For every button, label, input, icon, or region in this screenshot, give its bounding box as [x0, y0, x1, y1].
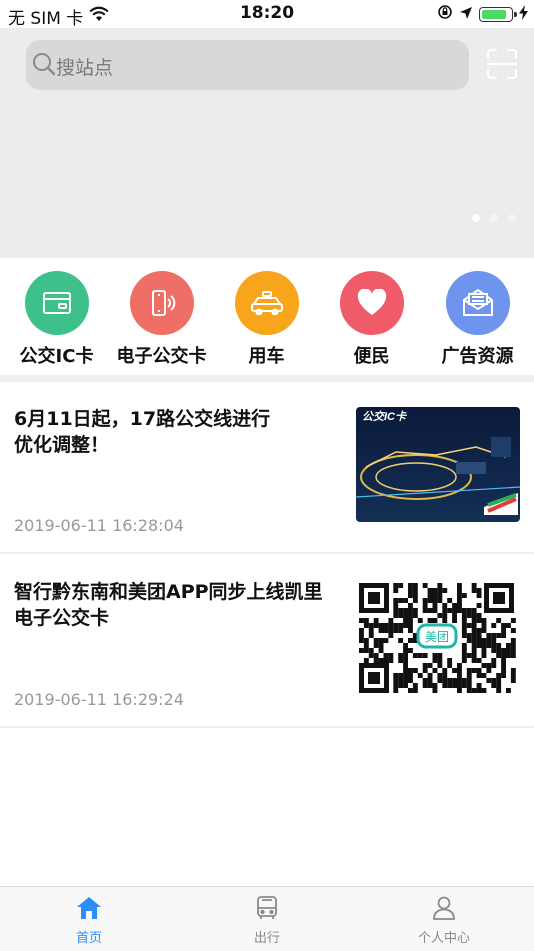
menu-item-ic-card[interactable]: 公交IC卡 [4, 271, 109, 368]
section-divider [0, 375, 534, 382]
banner-pagination [472, 214, 516, 222]
tab-home[interactable]: 首页 [29, 895, 149, 946]
news-date: 2019-06-11 16:28:04 [14, 516, 184, 535]
news-title: 智行黔东南和美团APP同步上线凯里 电子公交卡 [14, 579, 323, 631]
menu-label: 电子公交卡 [116, 346, 207, 367]
news-item[interactable]: 智行黔东南和美团APP同步上线凯里 电子公交卡 2019-06-11 16:29… [0, 554, 534, 726]
news-separator [0, 726, 534, 728]
tab-label: 首页 [75, 931, 102, 946]
heart-icon [339, 271, 404, 335]
menu-item-e-card[interactable]: 电子公交卡 [109, 271, 214, 368]
status-right [437, 4, 528, 25]
banner-dot[interactable] [472, 214, 480, 222]
battery-icon [479, 7, 517, 22]
home-icon [75, 897, 103, 925]
thumb-brand-label: 美团 [425, 630, 449, 644]
menu-label: 便民 [353, 346, 390, 367]
news-title-line: 优化调整！ [14, 434, 110, 456]
menu-label: 广告资源 [441, 346, 514, 367]
mail-icon [445, 271, 510, 335]
banner-dot[interactable] [508, 214, 516, 222]
quick-menu: 公交IC卡 电子公交卡 用车 便民 广告资源 [0, 258, 534, 376]
news-title-line: 电子公交卡 [14, 607, 110, 629]
location-icon [459, 5, 473, 25]
news-thumbnail: 公交IC卡 [356, 407, 520, 522]
news-title-line: 6月11日起，17路公交线进行 [14, 408, 271, 430]
status-bar: 无 SIM 卡 18:20 [0, 0, 534, 29]
phone-nfc-icon [129, 271, 194, 335]
thumb-card-label: 公交IC卡 [362, 410, 408, 423]
menu-item-convenience[interactable]: 便民 [319, 271, 424, 368]
tab-travel[interactable]: 出行 [207, 895, 327, 946]
bus-icon [254, 896, 280, 925]
news-thumbnail-qr: 美团 [356, 581, 520, 695]
tab-profile[interactable]: 个人中心 [384, 895, 504, 946]
search-placeholder: 搜站点 [56, 57, 114, 79]
news-date: 2019-06-11 16:29:24 [14, 690, 184, 709]
taxi-icon [234, 271, 299, 335]
scan-icon[interactable] [486, 48, 518, 84]
menu-label: 公交IC卡 [19, 346, 94, 367]
news-title-line: 智行黔东南和美团APP同步上线凯里 [14, 581, 323, 603]
menu-item-ad-resources[interactable]: 广告资源 [425, 271, 530, 368]
tab-bar: 首页 出行 个人中心 [0, 886, 534, 951]
tab-label: 个人中心 [417, 931, 470, 946]
search-icon [32, 52, 56, 80]
user-icon [431, 896, 457, 925]
menu-label: 用车 [248, 346, 285, 367]
charging-icon [519, 4, 528, 25]
news-title: 6月11日起，17路公交线进行 优化调整！ [14, 406, 270, 458]
orientation-lock-icon [437, 4, 453, 25]
tab-label: 出行 [253, 931, 280, 946]
menu-item-car[interactable]: 用车 [214, 271, 319, 368]
banner-area[interactable]: 搜站点 [0, 28, 534, 258]
card-icon [24, 271, 89, 335]
news-item[interactable]: 6月11日起，17路公交线进行 优化调整！ 2019-06-11 16:28:0… [0, 382, 534, 552]
banner-dot[interactable] [490, 214, 498, 222]
search-input[interactable]: 搜站点 [26, 40, 469, 90]
